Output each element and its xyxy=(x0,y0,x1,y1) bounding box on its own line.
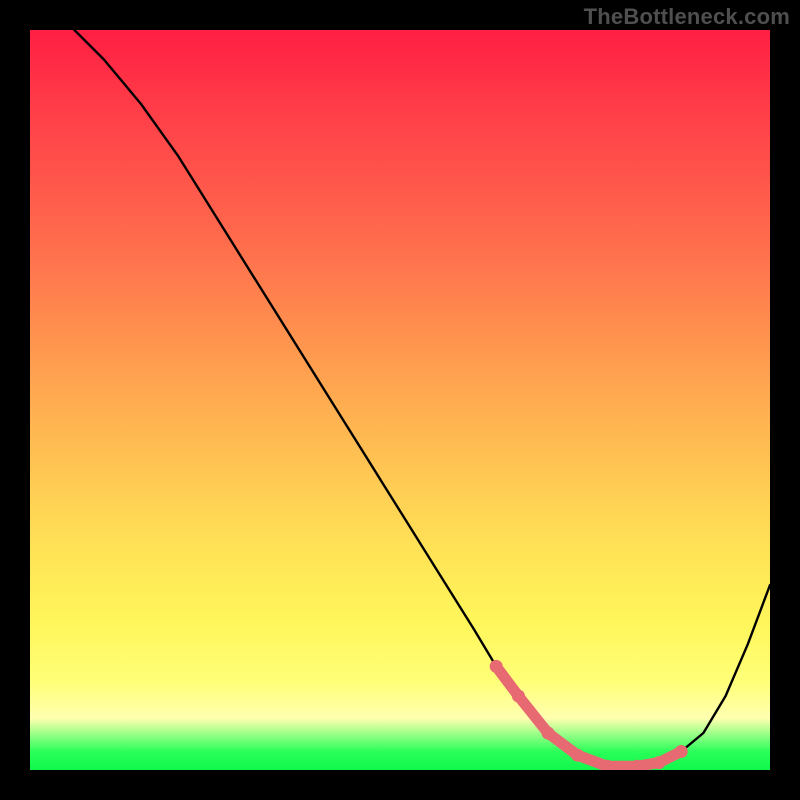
optimal-point xyxy=(675,745,688,758)
curve-svg xyxy=(30,30,770,770)
optimal-point xyxy=(653,756,666,769)
optimal-point xyxy=(571,749,584,762)
optimal-point xyxy=(512,690,525,703)
bottleneck-curve xyxy=(74,30,770,766)
watermark-text: TheBottleneck.com xyxy=(584,4,790,30)
chart-frame: TheBottleneck.com xyxy=(0,0,800,800)
optimal-range-highlight xyxy=(496,666,681,766)
plot-area xyxy=(30,30,770,770)
optimal-range-dots xyxy=(490,660,688,770)
optimal-point xyxy=(490,660,503,673)
optimal-point xyxy=(542,727,555,740)
